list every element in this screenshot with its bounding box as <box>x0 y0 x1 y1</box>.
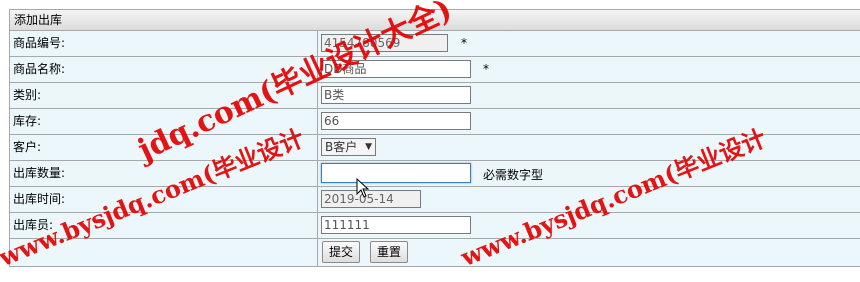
customer-selected-value: B客户 <box>325 140 358 154</box>
buttons-label-cell <box>10 239 318 266</box>
row-category: 类别: B类 <box>10 83 860 109</box>
operator-label: 出库员: <box>10 213 318 238</box>
add-stock-out-form: 添加出库 商品编号: 4154780569 * 商品名称: DD商品 * 类别:… <box>9 9 860 267</box>
mouse-pointer-icon <box>356 178 370 198</box>
product-code-label: 商品编号: <box>10 31 318 56</box>
operator-input[interactable]: 111111 <box>321 216 471 234</box>
out-time-input[interactable]: 2019-05-14 <box>321 190 421 208</box>
reset-button[interactable]: 重置 <box>370 241 409 263</box>
dropdown-arrow-icon: ▼ <box>365 142 372 152</box>
category-input[interactable]: B类 <box>321 86 471 104</box>
quantity-hint: 必需数字型 <box>483 168 544 182</box>
product-name-required-mark: * <box>483 62 489 76</box>
product-name-input[interactable]: DD商品 <box>321 60 471 78</box>
quantity-input[interactable] <box>321 163 471 183</box>
row-out-time: 出库时间: 2019-05-14 <box>10 187 860 213</box>
quantity-label: 出库数量: <box>10 161 318 186</box>
customer-label: 客户: <box>10 135 318 160</box>
product-name-label: 商品名称: <box>10 57 318 82</box>
product-code-required-mark: * <box>461 36 467 50</box>
customer-select[interactable]: B客户 ▼ <box>321 138 376 156</box>
row-quantity: 出库数量: 必需数字型 <box>10 161 860 187</box>
stock-input[interactable]: 66 <box>321 112 471 130</box>
stock-label: 库存: <box>10 109 318 134</box>
category-label: 类别: <box>10 83 318 108</box>
row-stock: 库存: 66 <box>10 109 860 135</box>
row-customer: 客户: B客户 ▼ <box>10 135 860 161</box>
form-title: 添加出库 <box>10 10 860 31</box>
row-buttons: 提交 重置 <box>10 239 860 267</box>
out-time-label: 出库时间: <box>10 187 318 212</box>
row-product-name: 商品名称: DD商品 * <box>10 57 860 83</box>
submit-button[interactable]: 提交 <box>322 241 361 263</box>
row-operator: 出库员: 111111 <box>10 213 860 239</box>
row-product-code: 商品编号: 4154780569 * <box>10 31 860 57</box>
product-code-input[interactable]: 4154780569 <box>321 34 448 52</box>
